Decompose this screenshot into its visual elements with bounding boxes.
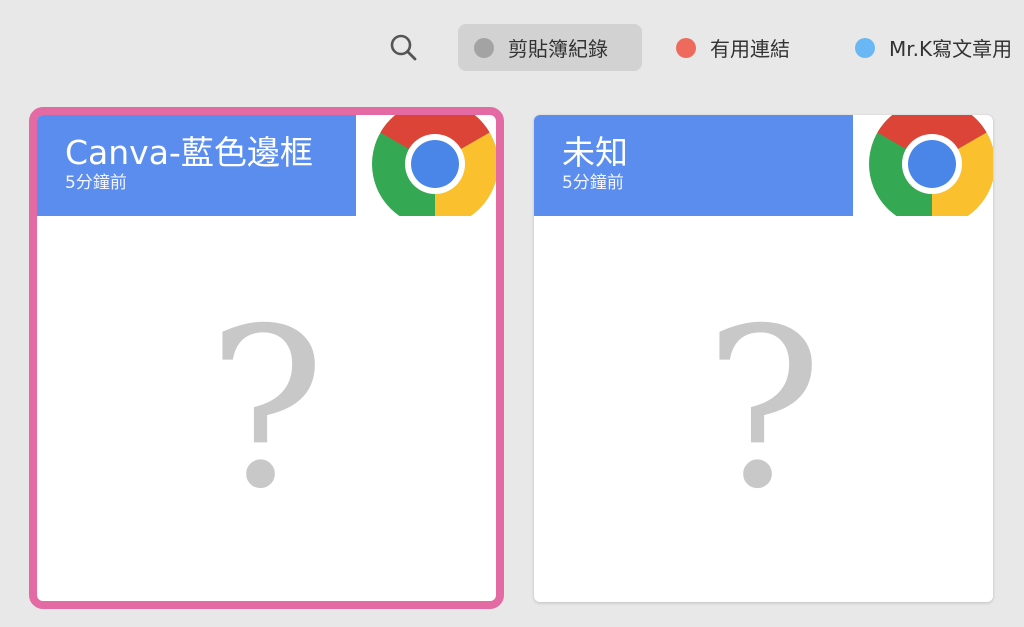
toolbar: 剪貼簿紀錄 有用連結 Mr.K寫文章用	[0, 24, 1024, 72]
tag-useful-links[interactable]: 有用連結	[660, 24, 808, 71]
tag-color-dot	[676, 37, 696, 58]
chrome-icon	[372, 115, 496, 216]
unknown-preview-icon: ?	[207, 281, 326, 537]
tag-color-dot	[855, 37, 875, 58]
card-timestamp: 5分鐘前	[562, 173, 624, 193]
card-timestamp: 5分鐘前	[65, 173, 127, 193]
card-title: Canva-藍色邊框	[65, 133, 313, 172]
card-source-app	[356, 115, 496, 216]
tag-color-dot	[474, 37, 494, 58]
tag-label: Mr.K寫文章用	[889, 37, 1013, 61]
tag-label: 剪貼簿紀錄	[508, 37, 608, 61]
clipboard-card[interactable]: Canva-藍色邊框 5分鐘前 ?	[37, 115, 496, 602]
card-preview: ?	[534, 216, 993, 602]
card-source-app	[853, 115, 993, 216]
card-title: 未知	[562, 133, 628, 172]
clipboard-app: 剪貼簿紀錄 有用連結 Mr.K寫文章用 Canva-藍色邊框 5分鐘前 ? 未知…	[0, 0, 1024, 627]
search-button[interactable]	[388, 32, 420, 64]
clipboard-card[interactable]: 未知 5分鐘前 ?	[534, 115, 993, 602]
unknown-preview-icon: ?	[704, 281, 823, 537]
chrome-icon	[869, 115, 993, 216]
tag-mrk-writing[interactable]: Mr.K寫文章用	[839, 24, 1024, 71]
tag-label: 有用連結	[710, 37, 790, 61]
search-icon	[390, 34, 417, 61]
card-preview: ?	[37, 216, 496, 602]
tag-clipboard-history[interactable]: 剪貼簿紀錄	[458, 24, 642, 71]
